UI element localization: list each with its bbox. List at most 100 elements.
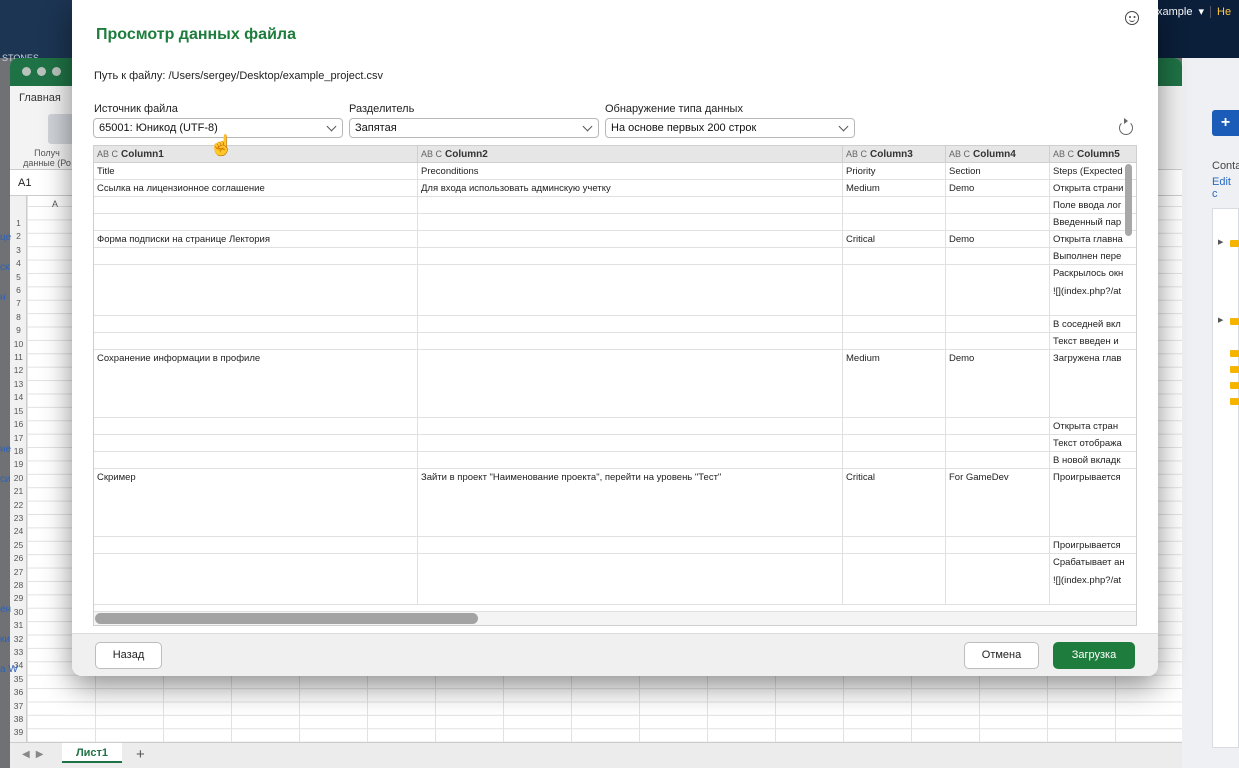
row-number[interactable]: 33 — [10, 646, 27, 659]
row-number[interactable]: 19 — [10, 458, 27, 471]
row-number[interactable]: 21 — [10, 485, 27, 498]
back-button[interactable]: Назад — [95, 642, 162, 669]
load-button[interactable]: Загрузка — [1053, 642, 1135, 669]
table-cell — [418, 554, 843, 604]
table-cell — [946, 248, 1050, 264]
row-number[interactable]: 23 — [10, 512, 27, 525]
row-number[interactable]: 2 — [10, 230, 27, 243]
column-header-label: Column4 — [973, 149, 1016, 160]
add-button[interactable]: + — [1212, 110, 1239, 136]
sheet-tab[interactable]: Лист1 — [62, 743, 122, 763]
row-number[interactable]: 14 — [10, 391, 27, 404]
row-number[interactable]: 25 — [10, 539, 27, 552]
account-label[interactable]: xample — [1157, 6, 1192, 18]
row-number[interactable]: 32 — [10, 633, 27, 646]
table-cell: Зайти в проект "Наименование проекта", п… — [418, 469, 843, 536]
chevron-down-icon[interactable]: ▾ — [1198, 5, 1204, 18]
table-cell — [946, 435, 1050, 451]
row-number[interactable]: 5 — [10, 271, 27, 284]
row-number[interactable]: 4 — [10, 257, 27, 270]
table-cell — [843, 214, 946, 230]
column-header-label: Column2 — [445, 149, 488, 160]
row-number[interactable]: 13 — [10, 378, 27, 391]
column-header-a[interactable]: A — [52, 199, 58, 209]
row-number[interactable]: 6 — [10, 284, 27, 297]
table-cell — [94, 333, 418, 349]
sheet-bar: ◀▶ Лист1 + — [10, 742, 1182, 768]
account-menu[interactable]: xample ▾ He — [1157, 5, 1231, 18]
row-number[interactable]: 12 — [10, 364, 27, 377]
sheet-nav-arrows[interactable]: ◀▶ — [22, 749, 49, 760]
row-number[interactable]: 16 — [10, 418, 27, 431]
table-cell — [94, 554, 418, 604]
row-number[interactable]: 26 — [10, 552, 27, 565]
row-number[interactable]: 30 — [10, 606, 27, 619]
row-number[interactable]: 38 — [10, 713, 27, 726]
table-cell — [843, 418, 946, 434]
row-number[interactable]: 9 — [10, 324, 27, 337]
column-header-label: Column3 — [870, 149, 913, 160]
row-number[interactable]: 11 — [10, 351, 27, 364]
column-header[interactable]: AB C Column3 — [843, 146, 946, 163]
table-cell: Title — [94, 163, 418, 179]
table-cell — [418, 452, 843, 468]
table-cell — [946, 265, 1050, 315]
row-number[interactable]: 20 — [10, 472, 27, 485]
cancel-button[interactable]: Отмена — [964, 642, 1039, 669]
background-text-fragment: ен — [0, 604, 12, 615]
vertical-scrollbar[interactable] — [1125, 164, 1132, 236]
table-cell — [843, 316, 946, 332]
window-controls[interactable] — [22, 67, 61, 76]
table-row: Сохранение информации в профиле Medium Dem… — [94, 350, 1136, 418]
expand-icon[interactable]: ▶ — [1218, 238, 1223, 246]
expand-icon[interactable]: ▶ — [1218, 316, 1223, 324]
data-preview-table[interactable]: AB C Column1 AB C Column2 AB C Column3 AB C Col… — [93, 145, 1137, 626]
column-header[interactable]: AB C Column5 — [1050, 146, 1136, 163]
row-number[interactable]: 37 — [10, 700, 27, 713]
row-number[interactable]: 10 — [10, 338, 27, 351]
get-data-label[interactable]: Получ данные (Ро — [18, 148, 76, 168]
column-header[interactable]: AB C Column4 — [946, 146, 1050, 163]
row-number[interactable]: 17 — [10, 432, 27, 445]
row-number[interactable]: 27 — [10, 566, 27, 579]
table-cell: Demo — [946, 231, 1050, 247]
horizontal-scrollbar[interactable] — [95, 613, 478, 624]
row-number[interactable]: 29 — [10, 592, 27, 605]
row-number[interactable]: 15 — [10, 405, 27, 418]
column-header[interactable]: AB C Column1 — [94, 146, 418, 163]
row-number[interactable]: 3 — [10, 244, 27, 257]
table-row: В новой вкладк — [94, 452, 1136, 469]
row-number[interactable]: 7 — [10, 297, 27, 310]
row-number[interactable]: 1 — [10, 217, 27, 230]
chevron-down-icon — [582, 121, 593, 132]
row-number[interactable]: 8 — [10, 311, 27, 324]
row-number[interactable]: 31 — [10, 619, 27, 632]
feedback-smiley-icon[interactable] — [1125, 11, 1139, 25]
table-cell — [94, 265, 418, 315]
row-number[interactable]: 28 — [10, 579, 27, 592]
folder-icon — [1230, 318, 1239, 325]
table-row: Выполнен пере — [94, 248, 1136, 265]
delimiter-select[interactable]: Запятая — [349, 118, 599, 138]
row-number[interactable]: 36 — [10, 686, 27, 699]
table-row: Проигрывается — [94, 537, 1136, 554]
column-header-label: Column5 — [1077, 149, 1120, 160]
edit-link[interactable]: Edit c — [1212, 176, 1239, 200]
table-row: В соседней вкл — [94, 316, 1136, 333]
account-badge[interactable]: He — [1210, 5, 1231, 18]
row-number[interactable]: 24 — [10, 525, 27, 538]
tab-home[interactable]: Главная — [19, 92, 61, 104]
detection-select[interactable]: На основе первых 200 строк — [605, 118, 855, 138]
add-sheet-button[interactable]: + — [136, 746, 145, 763]
row-number[interactable]: 22 — [10, 499, 27, 512]
row-number[interactable]: 18 — [10, 445, 27, 458]
table-cell: Medium — [843, 350, 946, 417]
row-number[interactable]: 39 — [10, 726, 27, 739]
hand-cursor-icon: ☝ — [209, 135, 234, 157]
column-header[interactable]: AB C Column2 — [418, 146, 843, 163]
table-cell — [946, 418, 1050, 434]
refresh-icon[interactable] — [1119, 118, 1133, 135]
table-cell — [418, 333, 843, 349]
table-row: Скример Зайти в проект "Наименование прое… — [94, 469, 1136, 537]
table-cell: Сохранение информации в профиле — [94, 350, 418, 417]
